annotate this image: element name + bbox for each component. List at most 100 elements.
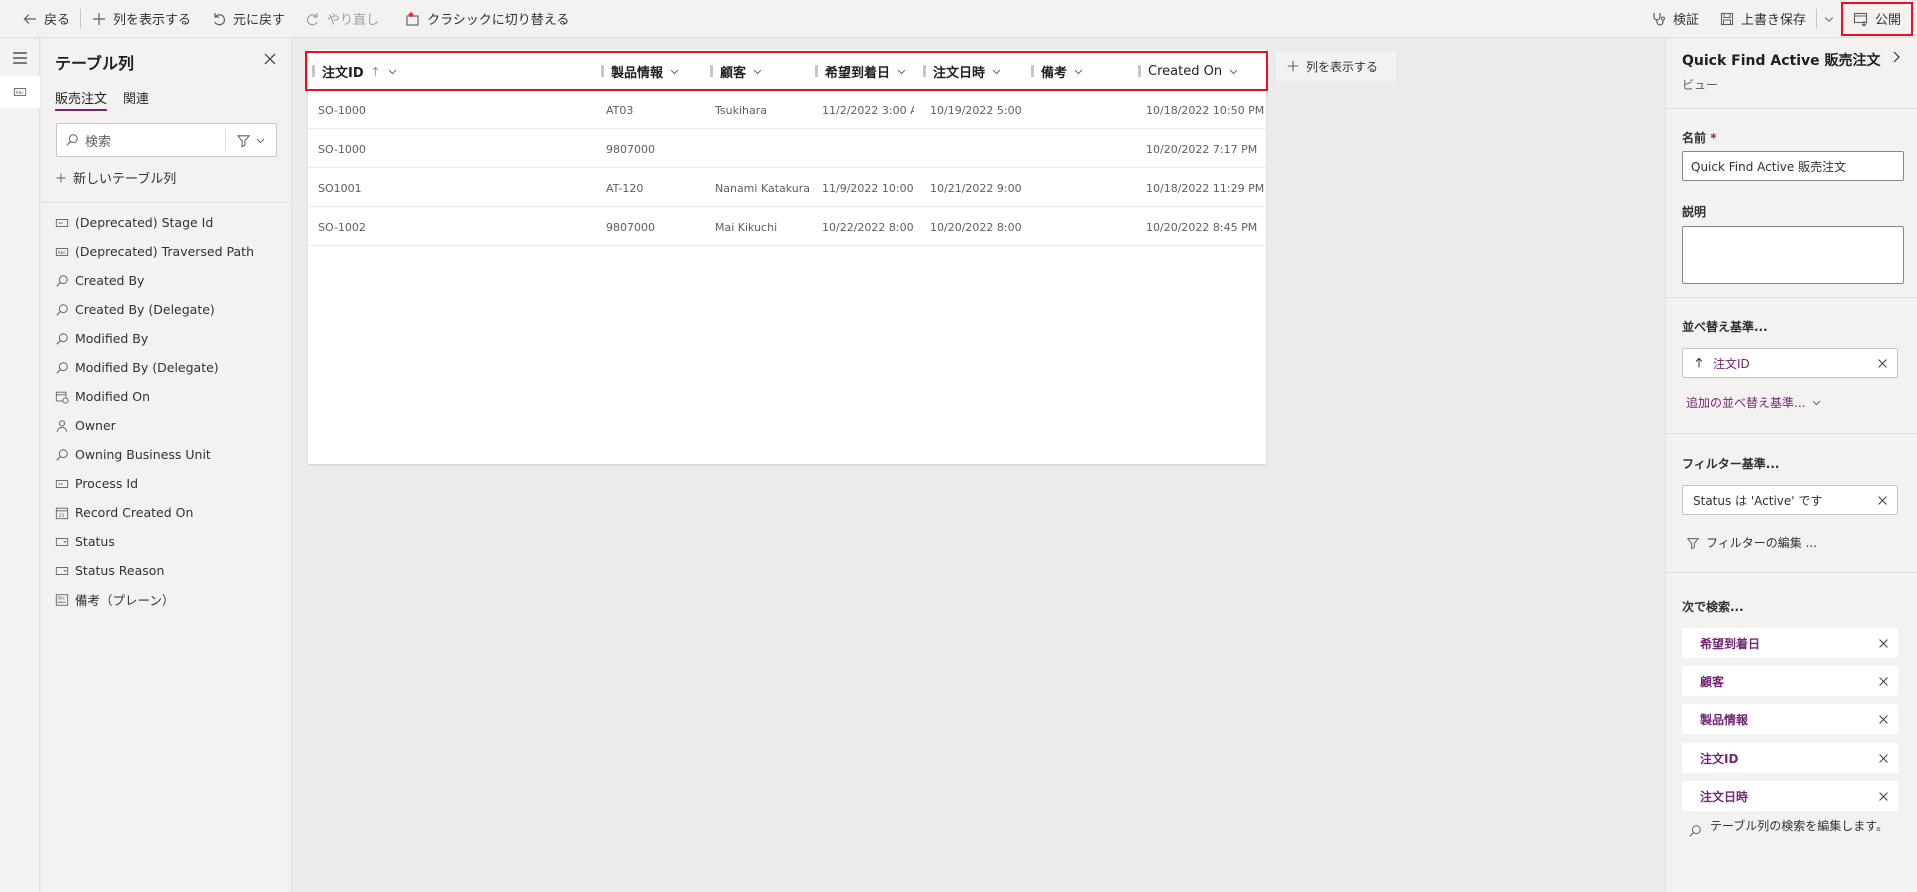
chevron-down-icon	[897, 69, 906, 74]
close-icon	[1877, 358, 1887, 368]
header-label: 備考	[1041, 65, 1068, 81]
sort-chip-content: 注文ID	[1683, 355, 1867, 372]
filter-chip[interactable]: Status は 'Active' です	[1682, 485, 1898, 515]
validate-button[interactable]: 検証	[1641, 0, 1709, 38]
left-rail: Abc	[0, 38, 40, 892]
panel-title: テーブル列	[55, 54, 135, 73]
chevron-down-icon	[1824, 16, 1834, 22]
remove-sort-button[interactable]	[1867, 358, 1897, 369]
column-list-item-label: Created By	[75, 273, 145, 288]
search-input[interactable]: 検索	[65, 131, 225, 150]
svg-text:21: 21	[59, 512, 65, 518]
edit-filter-link[interactable]: フィルターの編集 ...	[1686, 534, 1817, 551]
search-column-item[interactable]: 顧客	[1682, 666, 1898, 696]
column-list-item[interactable]: Status Reason	[55, 556, 285, 585]
column-header-notes[interactable]: 備考	[1031, 53, 1084, 89]
field-icon	[55, 479, 69, 488]
column-list-item-label: Modified By	[75, 331, 149, 346]
lookup-icon	[56, 361, 68, 374]
column-list-item[interactable]: Owner	[55, 411, 285, 440]
close-icon	[1878, 714, 1888, 724]
column-list-item-label: Created By (Delegate)	[75, 302, 215, 317]
undo-icon	[214, 12, 226, 25]
cell-created-on: 10/18/2022 10:50 PM	[1146, 103, 1265, 117]
lookup-icon	[56, 448, 68, 461]
add-sort-label: 追加の並べ替え基準...	[1686, 396, 1806, 410]
search-column-item[interactable]: 希望到着日	[1682, 628, 1898, 658]
column-header-order-id[interactable]: 注文ID	[312, 53, 398, 89]
show-columns-button[interactable]: 列を表示する	[81, 0, 201, 38]
undo-button[interactable]: 元に戻す	[201, 0, 295, 38]
column-header-order-datetime[interactable]: 注文日時	[923, 53, 1002, 89]
redo-icon	[307, 12, 318, 25]
view-subtitle: ビュー	[1682, 78, 1719, 92]
column-header-product[interactable]: 製品情報	[601, 53, 680, 89]
column-header-customer[interactable]: 顧客	[710, 53, 763, 89]
hamburger-menu-icon[interactable]	[10, 48, 30, 68]
column-list-item[interactable]: Modified By (Delegate)	[55, 353, 285, 382]
multiline-text-icon: Abc	[55, 593, 69, 606]
back-button[interactable]: 戻る	[0, 0, 80, 38]
remove-search-column-button[interactable]	[1868, 753, 1898, 764]
column-list-item[interactable]: Abc (Deprecated) Traversed Path	[55, 237, 285, 266]
column-list-item[interactable]: Status	[55, 527, 285, 556]
column-list-item[interactable]: Created By	[55, 266, 285, 295]
sort-chip[interactable]: 注文ID	[1682, 348, 1898, 378]
divider	[1666, 297, 1917, 298]
column-list-item-label: Status Reason	[75, 563, 165, 578]
remove-search-column-button[interactable]	[1868, 638, 1898, 649]
close-icon[interactable]	[263, 52, 277, 66]
column-list-item[interactable]: Modified On	[55, 382, 285, 411]
chevron-right-icon[interactable]	[1889, 50, 1903, 64]
description-textarea[interactable]	[1682, 226, 1904, 284]
filter-button[interactable]	[226, 133, 276, 148]
column-list-item[interactable]: Created By (Delegate)	[55, 295, 285, 324]
column-header-created-on[interactable]: Created On	[1138, 53, 1239, 89]
table-row[interactable]: SO-1000 AT03 Tsukihara 11/2/2022 3:00 A.…	[308, 91, 1266, 129]
name-input[interactable]: Quick Find Active 販売注文	[1682, 151, 1904, 181]
save-button[interactable]: 上書き保存	[1709, 0, 1816, 38]
cell-desired-arrival: 11/9/2022 10:00 ...	[822, 181, 914, 195]
column-list-item[interactable]: Modified By	[55, 324, 285, 353]
dropdown-field-icon	[55, 566, 69, 575]
edit-search-columns-link[interactable]: テーブル列の検索を編集します。	[1688, 820, 1910, 838]
svg-text:Abc: Abc	[16, 90, 25, 96]
show-columns-label: 列を表示する	[113, 13, 192, 28]
add-sort-link[interactable]: 追加の並べ替え基準...	[1686, 394, 1822, 411]
new-column-button[interactable]: 新しいテーブル列	[55, 168, 176, 187]
remove-search-column-button[interactable]	[1868, 676, 1898, 687]
remove-search-column-button[interactable]	[1868, 791, 1898, 802]
tab-sales-order[interactable]: 販売注文	[55, 88, 108, 111]
search-column-item[interactable]: 製品情報	[1682, 704, 1898, 734]
column-list-item-label: Record Created On	[75, 505, 194, 520]
column-list-item[interactable]: Abc 備考（プレーン）	[55, 585, 285, 614]
grid-show-columns-button[interactable]: 列を表示する	[1276, 51, 1396, 81]
search-by-label: 次で検索...	[1682, 600, 1744, 614]
field-icon	[55, 218, 69, 227]
remove-filter-button[interactable]	[1867, 495, 1897, 506]
column-list-item[interactable]: Owning Business Unit	[55, 440, 285, 469]
search-column-item[interactable]: 注文ID	[1682, 743, 1898, 773]
name-label-text: 名前	[1682, 131, 1707, 145]
table-columns-rail-button[interactable]: Abc	[0, 76, 40, 108]
publish-button[interactable]: 公開	[1840, 1, 1913, 36]
search-column-item[interactable]: 注文日時	[1682, 781, 1898, 811]
table-row[interactable]: SO-1000 9807000 10/20/2022 7:17 PM	[308, 130, 1266, 168]
column-list-item[interactable]: (Deprecated) Stage Id	[55, 208, 285, 237]
search-column-label: 顧客	[1700, 674, 1725, 689]
filter-chip-label: Status は 'Active' です	[1693, 493, 1823, 508]
switch-classic-button[interactable]: クラシックに切り替える	[395, 0, 579, 38]
divider	[1666, 433, 1917, 434]
table-row[interactable]: SO-1002 9807000 Mai Kikuchi 10/22/2022 8…	[308, 208, 1266, 246]
column-list-item[interactable]: 21 Record Created On	[55, 498, 285, 527]
header-label: 製品情報	[611, 65, 664, 81]
search-icon	[1689, 825, 1701, 837]
remove-search-column-button[interactable]	[1868, 714, 1898, 725]
redo-button[interactable]: やり直し	[295, 0, 389, 38]
header-label: 注文ID	[322, 65, 364, 81]
column-header-desired-arrival[interactable]: 希望到着日	[815, 53, 907, 89]
table-row[interactable]: SO1001 AT-120 Nanami Katakura 11/9/2022 …	[308, 169, 1266, 207]
tab-related[interactable]: 関連	[123, 88, 149, 111]
save-dropdown-button[interactable]	[1817, 0, 1841, 38]
column-list-item[interactable]: Process Id	[55, 469, 285, 498]
